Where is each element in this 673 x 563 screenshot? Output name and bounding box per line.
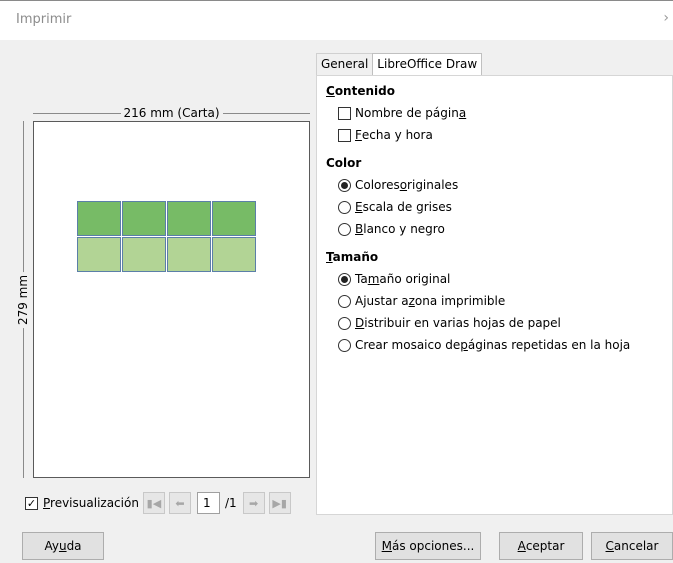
color-heading: Color — [326, 156, 362, 170]
tab-bar: General LibreOffice Draw — [316, 53, 483, 76]
contenido-heading: Contenido — [326, 84, 395, 98]
preview-cell — [77, 201, 121, 236]
option-fecha-hora[interactable]: Fecha y hora — [338, 128, 433, 142]
first-page-icon: ▮◀ — [146, 496, 162, 510]
page-number-input[interactable]: 1 — [196, 492, 220, 514]
preview-checkbox-label: Previsualización — [43, 496, 139, 510]
first-page-button[interactable]: ▮◀ — [142, 492, 165, 514]
preview-cell — [167, 201, 211, 236]
tamano-heading: Tamaño — [326, 250, 379, 264]
window-title: Imprimir — [16, 12, 72, 27]
collapse-sidebar-icon[interactable]: › — [663, 10, 669, 26]
preview-checkbox[interactable]: ✓ — [25, 496, 38, 510]
option-blanco-negro[interactable]: Blanco y negro — [338, 222, 445, 236]
crear-mosaico-radio[interactable] — [338, 338, 351, 352]
preview-content-grid — [77, 201, 256, 272]
option-tamano-original[interactable]: Ta m año original — [338, 272, 450, 286]
option-nombre-pagina[interactable]: Nombre de págin a — [338, 106, 466, 120]
tamano-original-radio[interactable] — [338, 272, 351, 286]
option-distribuir-hojas[interactable]: Distribuir en varias hojas de papel — [338, 316, 561, 330]
nombre-pagina-checkbox[interactable] — [338, 106, 351, 120]
cancel-button[interactable]: Cancelar — [591, 532, 673, 560]
previous-page-icon: ⬅ — [175, 496, 185, 510]
fecha-hora-checkbox[interactable] — [338, 128, 351, 142]
option-ajustar-zona[interactable]: Ajustar a z ona imprimible — [338, 294, 505, 308]
page-count: /1 — [224, 496, 237, 510]
colores-originales-radio[interactable] — [338, 178, 351, 192]
tab-libreoffice-draw[interactable]: LibreOffice Draw — [372, 53, 483, 76]
ok-button[interactable]: Aceptar — [499, 532, 583, 560]
title-bar: Imprimir › — [0, 0, 673, 40]
next-page-icon: ➡ — [249, 496, 259, 510]
height-label: 279 mm — [16, 271, 30, 328]
preview-cell — [122, 237, 166, 272]
options-panel: Contenido Nombre de págin a Fecha y hora … — [316, 75, 673, 515]
tab-general[interactable]: General — [316, 53, 374, 75]
preview-cell — [77, 237, 121, 272]
more-options-button[interactable]: Más opciones... — [375, 532, 481, 560]
help-button[interactable]: Ay u da — [22, 532, 104, 560]
option-colores-originales[interactable]: Colores o riginales — [338, 178, 458, 192]
preview-cell — [212, 237, 256, 272]
print-preview-page — [33, 121, 310, 478]
escala-grises-radio[interactable] — [338, 200, 351, 214]
option-crear-mosaico[interactable]: Crear mosaico de p áginas repetidas en la… — [338, 338, 630, 352]
option-escala-grises[interactable]: Escala de grises — [338, 200, 452, 214]
last-page-button[interactable]: ▶▮ — [268, 492, 291, 514]
previous-page-button[interactable]: ⬅ — [168, 492, 191, 514]
last-page-icon: ▶▮ — [272, 496, 287, 510]
preview-cell — [122, 201, 166, 236]
distribuir-hojas-radio[interactable] — [338, 316, 351, 330]
height-dimension: 279 mm — [16, 121, 30, 478]
width-dimension: 216 mm (Carta) — [33, 106, 310, 120]
preview-cell — [167, 237, 211, 272]
width-label: 216 mm (Carta) — [120, 106, 223, 120]
next-page-button[interactable]: ➡ — [242, 492, 265, 514]
preview-cell — [212, 201, 256, 236]
preview-controls: ✓ Previsualización ▮◀ ⬅ 1 /1 ➡ ▶▮ — [25, 492, 291, 514]
blanco-negro-radio[interactable] — [338, 222, 351, 236]
ajustar-zona-radio[interactable] — [338, 294, 351, 308]
